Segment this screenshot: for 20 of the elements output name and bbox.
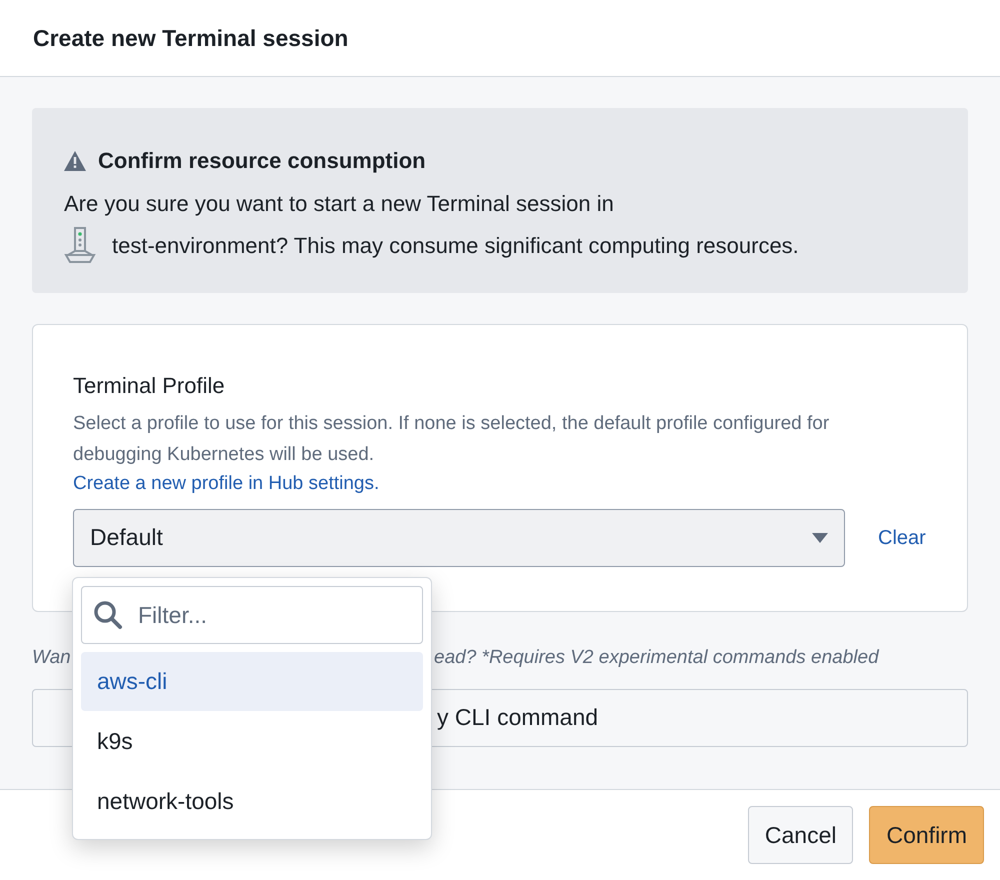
hub-settings-link[interactable]: Create a new profile in Hub settings. — [73, 473, 380, 494]
warning-message: Are you sure you want to start a new Terminal session in — [64, 190, 615, 218]
search-icon — [93, 600, 123, 630]
hint-text: Wan — [32, 646, 72, 670]
hint-text: ead? *Requires V2 experimental commands enabled — [434, 646, 879, 670]
profile-select[interactable]: Default — [73, 508, 845, 566]
profile-description: Select a profile to use for this session. If none is selected, the default profile configured for debugging Kubernetes will be used. — [73, 412, 830, 467]
warning-message: test-environment? This may consume significant computing resources. — [112, 232, 799, 260]
dropdown-option[interactable]: network-tools — [81, 772, 423, 831]
dialog-title: Create new Terminal session — [33, 24, 348, 53]
warning-title: Confirm resource consumption — [98, 147, 426, 175]
profile-label: Terminal Profile — [73, 372, 226, 400]
caret-icon — [812, 532, 828, 542]
cancel-button[interactable]: Cancel — [748, 806, 854, 864]
clear-link[interactable]: Clear — [878, 522, 926, 552]
warning-icon — [64, 150, 86, 170]
server-icon — [64, 225, 98, 265]
dropdown-option[interactable]: aws-cli — [81, 652, 423, 711]
confirm-button[interactable]: Confirm — [869, 806, 984, 864]
filter-field[interactable]: Filter... — [81, 586, 423, 644]
